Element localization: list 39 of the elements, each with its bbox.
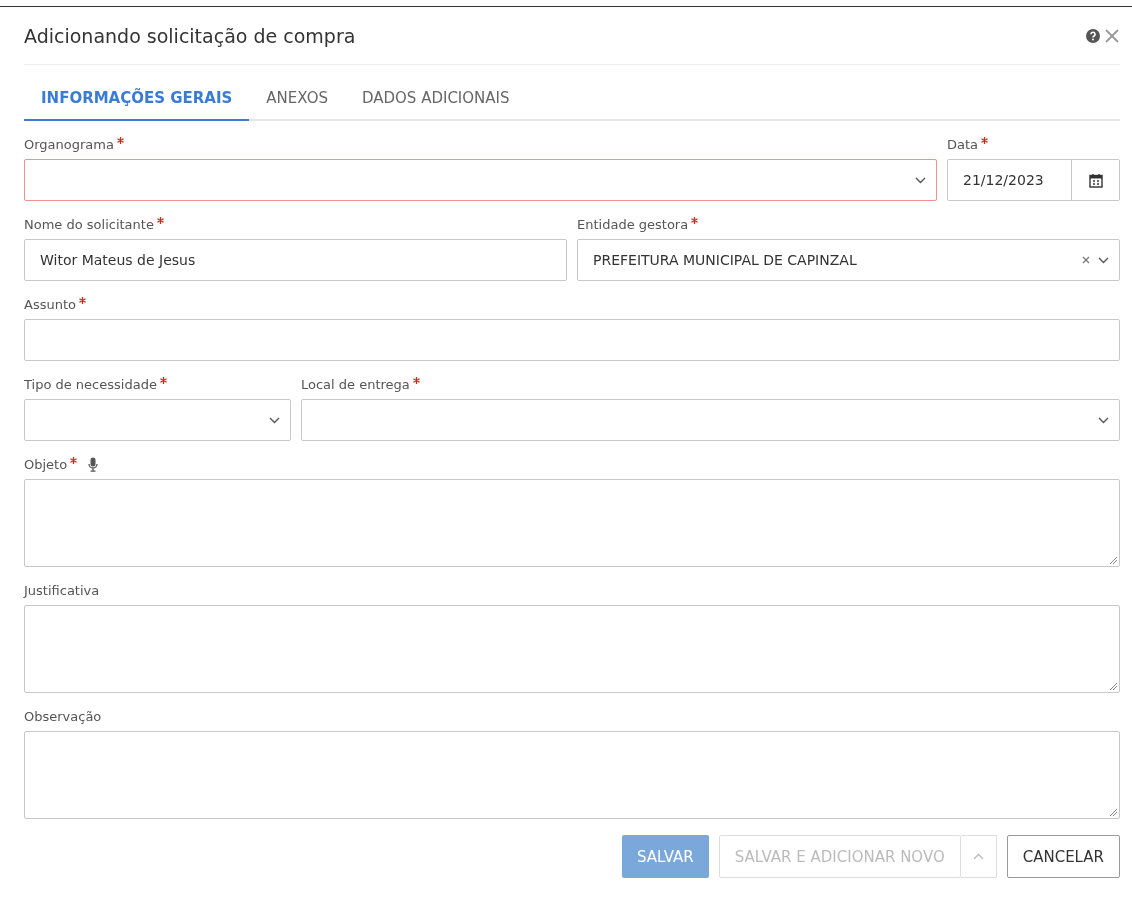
resize-handle-icon bbox=[1109, 682, 1117, 690]
cancel-button[interactable]: CANCELAR bbox=[1006, 835, 1120, 878]
field-label: Data bbox=[947, 137, 979, 152]
chevron-down-icon bbox=[269, 416, 280, 424]
dropdown-toggle[interactable] bbox=[960, 835, 997, 878]
input-field[interactable]: Witor Mateus de Jesus bbox=[24, 239, 567, 281]
select-field[interactable] bbox=[301, 399, 1120, 441]
resize-handle-icon bbox=[1109, 556, 1117, 564]
field-label: Local de entrega bbox=[301, 377, 410, 392]
chevron-down-icon bbox=[1098, 416, 1109, 424]
textarea-field[interactable] bbox=[24, 479, 1120, 567]
field-label: Justificativa bbox=[24, 583, 100, 598]
chevron-down-icon bbox=[915, 176, 926, 184]
textarea-field[interactable] bbox=[24, 605, 1120, 693]
select-field[interactable] bbox=[24, 159, 937, 201]
calendar-icon bbox=[1088, 172, 1103, 188]
tab[interactable]: ANEXOS bbox=[249, 79, 345, 121]
tab[interactable]: INFORMAÇÕES GERAIS bbox=[24, 79, 250, 121]
chevron-down-icon bbox=[1098, 256, 1109, 264]
tab[interactable]: DADOS ADICIONAIS bbox=[344, 79, 527, 121]
date-field[interactable]: 21/12/2023 bbox=[947, 159, 1120, 201]
input-field[interactable] bbox=[24, 319, 1120, 361]
select-field[interactable] bbox=[24, 399, 291, 441]
dialog-title: Adicionando solicitação de compra bbox=[24, 24, 356, 47]
field-label: Observação bbox=[24, 709, 102, 724]
clear-icon[interactable] bbox=[1082, 256, 1090, 264]
field-label: Organograma bbox=[24, 137, 114, 152]
field-label: Tipo de necessidade bbox=[24, 377, 157, 392]
field-label: Entidade gestora bbox=[577, 217, 689, 232]
microphone-icon[interactable] bbox=[88, 457, 99, 472]
field-label: Assunto bbox=[24, 297, 76, 312]
textarea-field[interactable] bbox=[24, 731, 1120, 819]
calendar-button[interactable] bbox=[1071, 160, 1119, 200]
help-icon[interactable] bbox=[1086, 28, 1100, 43]
field-label: Nome do solicitante bbox=[24, 217, 154, 232]
resize-handle-icon bbox=[1109, 808, 1117, 816]
select-field[interactable]: PREFEITURA MUNICIPAL DE CAPINZAL bbox=[577, 239, 1120, 281]
caret-up-icon bbox=[972, 853, 984, 860]
field-label: Objeto bbox=[24, 457, 68, 472]
